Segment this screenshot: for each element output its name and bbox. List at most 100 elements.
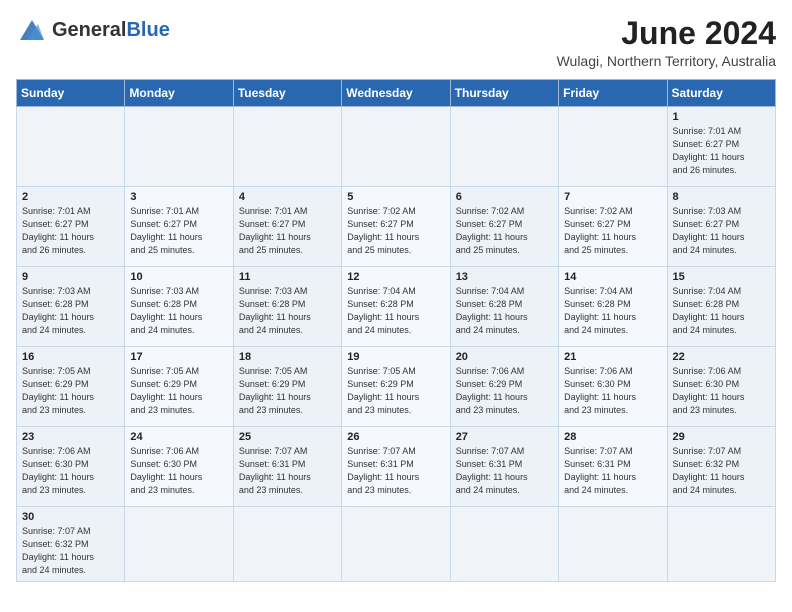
day-info: Sunrise: 7:06 AM Sunset: 6:30 PM Dayligh… [130, 445, 227, 497]
day-number: 11 [239, 271, 336, 283]
logo-icon [16, 16, 48, 44]
day-info: Sunrise: 7:05 AM Sunset: 6:29 PM Dayligh… [22, 365, 119, 417]
weekday-header-sunday: Sunday [17, 80, 125, 107]
calendar-day-cell: 14 Sunrise: 7:04 AM Sunset: 6:28 PM Dayli… [559, 267, 667, 347]
day-number: 21 [564, 351, 661, 363]
calendar-week-row: 2 Sunrise: 7:01 AM Sunset: 6:27 PM Daylig… [17, 187, 776, 267]
day-number: 17 [130, 351, 227, 363]
calendar-day-cell: 22 Sunrise: 7:06 AM Sunset: 6:30 PM Dayli… [667, 347, 775, 427]
day-info: Sunrise: 7:07 AM Sunset: 6:31 PM Dayligh… [347, 445, 444, 497]
calendar-day-cell: 18Sunrise: 7:05 AM Sunset: 6:29 PM Dayli… [233, 347, 341, 427]
day-info: Sunrise: 7:01 AM Sunset: 6:27 PM Dayligh… [130, 205, 227, 257]
day-number: 22 [673, 351, 770, 363]
calendar-day-cell [450, 107, 558, 187]
day-number: 9 [22, 271, 119, 283]
calendar-day-cell [233, 107, 341, 187]
day-info: Sunrise: 7:01 AM Sunset: 6:27 PM Dayligh… [673, 125, 770, 177]
weekday-header-saturday: Saturday [667, 80, 775, 107]
calendar-day-cell: 27Sunrise: 7:07 AM Sunset: 6:31 PM Dayli… [450, 427, 558, 507]
calendar-table: SundayMondayTuesdayWednesdayThursdayFrid… [16, 79, 776, 582]
calendar-week-row: 30 Sunrise: 7:07 AM Sunset: 6:32 PM Dayli… [17, 507, 776, 582]
day-info: Sunrise: 7:03 AM Sunset: 6:28 PM Dayligh… [22, 285, 119, 337]
day-number: 3 [130, 191, 227, 203]
calendar-day-cell: 29 Sunrise: 7:07 AM Sunset: 6:32 PM Dayli… [667, 427, 775, 507]
day-number: 26 [347, 431, 444, 443]
calendar-day-cell [559, 507, 667, 582]
calendar-day-cell: 25Sunrise: 7:07 AM Sunset: 6:31 PM Dayli… [233, 427, 341, 507]
day-number: 29 [673, 431, 770, 443]
calendar-day-cell: 11 Sunrise: 7:03 AM Sunset: 6:28 PM Dayli… [233, 267, 341, 347]
calendar-day-cell: 23 Sunrise: 7:06 AM Sunset: 6:30 PM Dayli… [17, 427, 125, 507]
calendar-day-cell: 21 Sunrise: 7:06 AM Sunset: 6:30 PM Dayli… [559, 347, 667, 427]
weekday-header-tuesday: Tuesday [233, 80, 341, 107]
day-info: Sunrise: 7:05 AM Sunset: 6:29 PM Dayligh… [347, 365, 444, 417]
day-info: Sunrise: 7:07 AM Sunset: 6:31 PM Dayligh… [239, 445, 336, 497]
day-number: 2 [22, 191, 119, 203]
weekday-header-wednesday: Wednesday [342, 80, 450, 107]
calendar-day-cell [125, 107, 233, 187]
calendar-day-cell: 10Sunrise: 7:03 AM Sunset: 6:28 PM Dayli… [125, 267, 233, 347]
calendar-week-row: 9 Sunrise: 7:03 AM Sunset: 6:28 PM Daylig… [17, 267, 776, 347]
day-info: Sunrise: 7:05 AM Sunset: 6:29 PM Dayligh… [239, 365, 336, 417]
title-block: June 2024 Wulagi, Northern Territory, Au… [557, 16, 776, 69]
calendar-day-cell: 8Sunrise: 7:03 AM Sunset: 6:27 PM Daylig… [667, 187, 775, 267]
day-info: Sunrise: 7:02 AM Sunset: 6:27 PM Dayligh… [456, 205, 553, 257]
day-info: Sunrise: 7:02 AM Sunset: 6:27 PM Dayligh… [347, 205, 444, 257]
day-number: 23 [22, 431, 119, 443]
day-info: Sunrise: 7:07 AM Sunset: 6:32 PM Dayligh… [22, 525, 119, 577]
month-year: June 2024 [557, 16, 776, 51]
calendar-day-cell: 9 Sunrise: 7:03 AM Sunset: 6:28 PM Daylig… [17, 267, 125, 347]
day-number: 12 [347, 271, 444, 283]
calendar-day-cell: 2Sunrise: 7:01 AM Sunset: 6:27 PM Daylig… [17, 187, 125, 267]
day-info: Sunrise: 7:02 AM Sunset: 6:27 PM Dayligh… [564, 205, 661, 257]
day-number: 20 [456, 351, 553, 363]
day-number: 15 [673, 271, 770, 283]
calendar-week-row: 1 Sunrise: 7:01 AM Sunset: 6:27 PM Daylig… [17, 107, 776, 187]
calendar-day-cell: 26 Sunrise: 7:07 AM Sunset: 6:31 PM Dayli… [342, 427, 450, 507]
calendar-day-cell: 3 Sunrise: 7:01 AM Sunset: 6:27 PM Daylig… [125, 187, 233, 267]
day-info: Sunrise: 7:07 AM Sunset: 6:31 PM Dayligh… [564, 445, 661, 497]
day-number: 19 [347, 351, 444, 363]
weekday-header-row: SundayMondayTuesdayWednesdayThursdayFrid… [17, 80, 776, 107]
location: Wulagi, Northern Territory, Australia [557, 53, 776, 69]
calendar-day-cell [342, 507, 450, 582]
calendar-day-cell: 24 Sunrise: 7:06 AM Sunset: 6:30 PM Dayli… [125, 427, 233, 507]
calendar-day-cell [450, 507, 558, 582]
calendar-day-cell: 5Sunrise: 7:02 AM Sunset: 6:27 PM Daylig… [342, 187, 450, 267]
day-info: Sunrise: 7:06 AM Sunset: 6:30 PM Dayligh… [564, 365, 661, 417]
day-number: 24 [130, 431, 227, 443]
calendar-day-cell: 28Sunrise: 7:07 AM Sunset: 6:31 PM Dayli… [559, 427, 667, 507]
day-info: Sunrise: 7:06 AM Sunset: 6:30 PM Dayligh… [673, 365, 770, 417]
day-number: 16 [22, 351, 119, 363]
day-number: 1 [673, 111, 770, 123]
calendar-day-cell: 20 Sunrise: 7:06 AM Sunset: 6:29 PM Dayli… [450, 347, 558, 427]
calendar-day-cell: 12Sunrise: 7:04 AM Sunset: 6:28 PM Dayli… [342, 267, 450, 347]
logo-text: GeneralBlue [52, 20, 170, 40]
day-info: Sunrise: 7:04 AM Sunset: 6:28 PM Dayligh… [564, 285, 661, 337]
day-info: Sunrise: 7:06 AM Sunset: 6:29 PM Dayligh… [456, 365, 553, 417]
calendar-day-cell: 19 Sunrise: 7:05 AM Sunset: 6:29 PM Dayli… [342, 347, 450, 427]
calendar-day-cell [559, 107, 667, 187]
weekday-header-monday: Monday [125, 80, 233, 107]
weekday-header-thursday: Thursday [450, 80, 558, 107]
day-info: Sunrise: 7:07 AM Sunset: 6:31 PM Dayligh… [456, 445, 553, 497]
calendar-day-cell: 17 Sunrise: 7:05 AM Sunset: 6:29 PM Dayli… [125, 347, 233, 427]
day-info: Sunrise: 7:05 AM Sunset: 6:29 PM Dayligh… [130, 365, 227, 417]
calendar-day-cell [233, 507, 341, 582]
calendar-day-cell: 16 Sunrise: 7:05 AM Sunset: 6:29 PM Dayli… [17, 347, 125, 427]
day-number: 6 [456, 191, 553, 203]
day-info: Sunrise: 7:03 AM Sunset: 6:27 PM Dayligh… [673, 205, 770, 257]
day-number: 10 [130, 271, 227, 283]
day-info: Sunrise: 7:03 AM Sunset: 6:28 PM Dayligh… [239, 285, 336, 337]
calendar-day-cell: 15 Sunrise: 7:04 AM Sunset: 6:28 PM Dayli… [667, 267, 775, 347]
day-number: 30 [22, 511, 119, 523]
day-info: Sunrise: 7:04 AM Sunset: 6:28 PM Dayligh… [673, 285, 770, 337]
day-info: Sunrise: 7:07 AM Sunset: 6:32 PM Dayligh… [673, 445, 770, 497]
calendar-day-cell: 1 Sunrise: 7:01 AM Sunset: 6:27 PM Daylig… [667, 107, 775, 187]
calendar-day-cell [17, 107, 125, 187]
day-number: 13 [456, 271, 553, 283]
day-info: Sunrise: 7:06 AM Sunset: 6:30 PM Dayligh… [22, 445, 119, 497]
calendar-day-cell: 4Sunrise: 7:01 AM Sunset: 6:27 PM Daylig… [233, 187, 341, 267]
day-number: 14 [564, 271, 661, 283]
calendar-day-cell: 30 Sunrise: 7:07 AM Sunset: 6:32 PM Dayli… [17, 507, 125, 582]
